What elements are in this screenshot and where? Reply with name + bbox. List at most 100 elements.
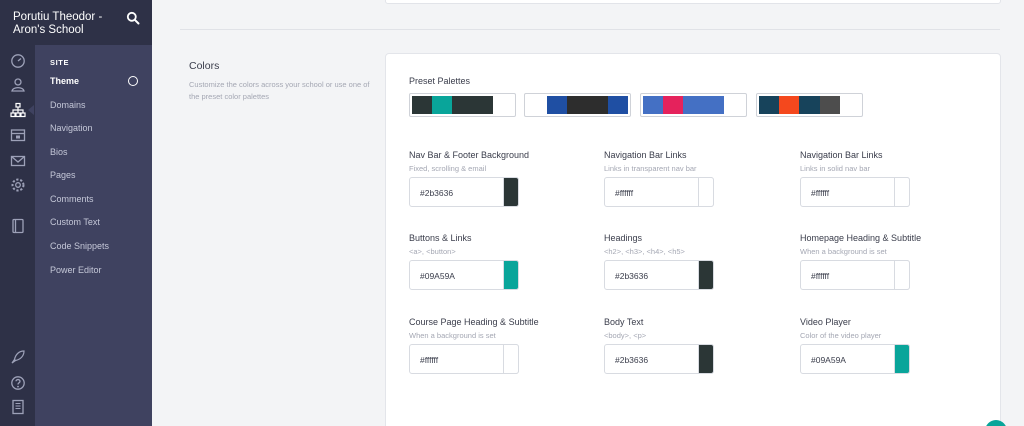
field-label: Video Player — [800, 317, 851, 327]
site-icon[interactable] — [10, 102, 26, 118]
color-field-nav-links-solid: Navigation Bar Links Links in solid nav … — [800, 150, 980, 207]
field-hint: <h2>, <h3>, <h4>, <h5> — [604, 247, 685, 256]
color-value: #2b3636 — [615, 271, 649, 281]
subnav-item-pages[interactable]: Pages — [50, 170, 76, 180]
color-value: #09A59A — [811, 355, 846, 365]
settings-icon[interactable] — [10, 177, 26, 193]
palette-swatch — [472, 96, 493, 114]
dashboard-icon[interactable] — [10, 53, 26, 69]
color-input[interactable]: #2b3636 — [604, 260, 714, 290]
color-swatch[interactable] — [503, 260, 519, 290]
color-input[interactable]: #ffffff — [409, 344, 519, 374]
field-hint: When a background is set — [409, 331, 496, 340]
palette-swatch — [819, 96, 840, 114]
palette-swatch — [723, 96, 745, 114]
field-label: Course Page Heading & Subtitle — [409, 317, 539, 327]
palette-swatch — [432, 96, 453, 114]
subnav-item-theme[interactable]: Theme — [50, 76, 79, 86]
subnav-item-power-editor[interactable]: Power Editor — [50, 265, 102, 275]
palette-swatch — [779, 96, 800, 114]
subnav-item-code-snippets[interactable]: Code Snippets — [50, 241, 109, 251]
building-icon[interactable] — [10, 399, 26, 415]
color-input[interactable]: #09A59A — [800, 344, 910, 374]
color-field-course-heading: Course Page Heading & Subtitle When a ba… — [409, 317, 589, 374]
subnav-item-comments[interactable]: Comments — [50, 194, 94, 204]
color-field-homepage-heading: Homepage Heading & Subtitle When a backg… — [800, 233, 980, 290]
school-name[interactable]: Porutiu Theodor - Aron's School — [13, 11, 123, 37]
color-field-buttons-links: Buttons & Links <a>, <button> #09A59A — [409, 233, 589, 290]
preset-palette[interactable] — [640, 93, 747, 117]
field-hint: Fixed, scrolling & email — [409, 164, 487, 173]
palette-swatch — [759, 96, 780, 114]
site-subnav: SITE Theme Domains Navigation Bios Pages… — [35, 45, 152, 426]
color-input[interactable]: #2b3636 — [604, 344, 714, 374]
field-label: Navigation Bar Links — [800, 150, 883, 160]
color-field-nav-footer-bg: Nav Bar & Footer Background Fixed, scrol… — [409, 150, 589, 207]
color-swatch[interactable] — [503, 344, 519, 374]
color-value: #2b3636 — [420, 188, 454, 198]
rocket-icon[interactable] — [10, 349, 26, 365]
field-label: Buttons & Links — [409, 233, 472, 243]
subnav-item-bios[interactable]: Bios — [50, 147, 68, 157]
color-input[interactable]: #2b3636 — [409, 177, 519, 207]
search-icon[interactable] — [126, 11, 140, 25]
preset-palette[interactable] — [409, 93, 516, 117]
section-description: Customize the colors across your school … — [189, 80, 370, 101]
field-hint: When a background is set — [800, 247, 887, 256]
color-swatch[interactable] — [698, 177, 714, 207]
color-value: #ffffff — [811, 188, 830, 198]
color-swatch[interactable] — [894, 344, 910, 374]
palette-swatch — [839, 96, 861, 114]
field-label: Nav Bar & Footer Background — [409, 150, 530, 160]
active-section-marker — [28, 105, 34, 115]
help-icon[interactable] — [10, 375, 26, 391]
color-value: #ffffff — [420, 355, 439, 365]
previous-section-card — [385, 0, 1001, 4]
palette-swatch — [607, 96, 629, 114]
color-value: #ffffff — [811, 271, 830, 281]
field-label: Navigation Bar Links — [604, 150, 687, 160]
section-title: Colors — [189, 60, 220, 72]
color-input[interactable]: #09A59A — [409, 260, 519, 290]
field-label: Body Text — [604, 317, 644, 327]
products-icon[interactable] — [10, 127, 26, 143]
colors-card: Preset Palettes Nav Bar & Footer Backgro… — [385, 53, 1001, 426]
palette-swatch — [452, 96, 473, 114]
main-content: Colors Customize the colors across your … — [152, 0, 1024, 426]
palette-swatch — [412, 96, 433, 114]
section-divider — [180, 29, 1000, 30]
active-indicator-icon — [128, 76, 138, 86]
palette-swatch — [799, 96, 820, 114]
color-field-nav-links-transparent: Navigation Bar Links Links in transparen… — [604, 150, 784, 207]
color-swatch[interactable] — [894, 260, 910, 290]
mail-icon[interactable] — [10, 153, 26, 169]
color-swatch[interactable] — [503, 177, 519, 207]
book-icon[interactable] — [10, 218, 26, 234]
field-hint: <a>, <button> — [409, 247, 456, 256]
color-input[interactable]: #ffffff — [800, 260, 910, 290]
field-label: Headings — [604, 233, 643, 243]
palette-swatch — [492, 96, 514, 114]
color-field-headings: Headings <h2>, <h3>, <h4>, <h5> #2b3636 — [604, 233, 784, 290]
preset-palette[interactable] — [524, 93, 631, 117]
subnav-item-domains[interactable]: Domains — [50, 100, 86, 110]
color-value: #2b3636 — [615, 355, 649, 365]
subnav-item-custom-text[interactable]: Custom Text — [50, 217, 100, 227]
palette-swatch — [567, 96, 588, 114]
users-icon[interactable] — [10, 77, 26, 93]
color-value: #ffffff — [615, 188, 634, 198]
color-swatch[interactable] — [698, 344, 714, 374]
palette-swatch — [587, 96, 608, 114]
color-value: #09A59A — [420, 271, 455, 281]
color-swatch[interactable] — [698, 260, 714, 290]
color-input[interactable]: #ffffff — [800, 177, 910, 207]
color-input[interactable]: #ffffff — [604, 177, 714, 207]
school-header: Porutiu Theodor - Aron's School — [0, 0, 152, 45]
preset-palettes-label: Preset Palettes — [409, 76, 471, 86]
palette-swatch — [663, 96, 684, 114]
field-label: Homepage Heading & Subtitle — [800, 233, 922, 243]
subnav-item-navigation[interactable]: Navigation — [50, 123, 93, 133]
color-swatch[interactable] — [894, 177, 910, 207]
color-field-body-text: Body Text <body>, <p> #2b3636 — [604, 317, 784, 374]
preset-palette[interactable] — [756, 93, 863, 117]
